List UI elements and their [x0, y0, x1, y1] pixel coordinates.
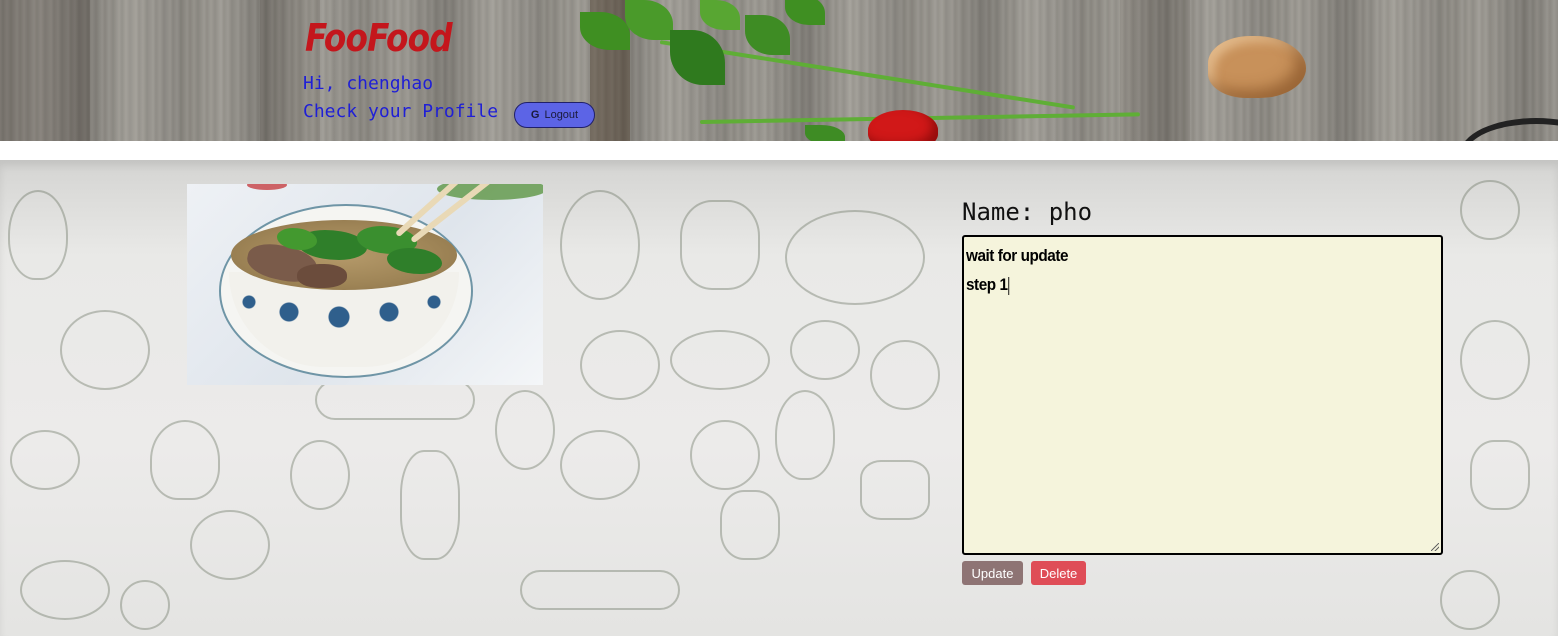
doodle	[8, 190, 68, 280]
recipe-line: wait for update	[966, 246, 1069, 265]
herb-leaf	[625, 0, 673, 40]
doodle	[860, 460, 930, 520]
bowl-edge	[1460, 118, 1558, 141]
profile-link[interactable]: Check your Profile	[303, 101, 498, 122]
doodle	[560, 430, 640, 500]
doodle	[20, 560, 110, 620]
recipe-textarea[interactable]: wait for update step 1	[962, 235, 1443, 555]
beef-slice	[297, 264, 347, 288]
doodle	[670, 330, 770, 390]
doodle	[560, 190, 640, 300]
doodle	[120, 580, 170, 630]
recipe-image	[187, 184, 543, 385]
wood-texture	[0, 0, 90, 141]
logout-label: Logout	[544, 109, 579, 121]
cashew-nut	[1208, 36, 1306, 98]
doodle	[870, 340, 940, 410]
google-icon: G	[530, 109, 540, 121]
logout-button[interactable]: G Logout	[514, 102, 595, 128]
doodle	[10, 430, 80, 490]
doodle	[190, 510, 270, 580]
garnish	[247, 184, 287, 190]
doodle	[785, 210, 925, 305]
header-banner: FooFood Hi, chenghao Check your Profile …	[0, 0, 1558, 141]
text-caret	[1008, 276, 1010, 295]
doodle	[775, 390, 835, 480]
chili-pepper	[868, 110, 938, 141]
recipe-name: Name: pho	[962, 198, 1093, 226]
herb-leaf	[700, 0, 740, 30]
herb-leaf	[805, 125, 845, 141]
doodle	[1460, 320, 1530, 400]
doodle	[1460, 180, 1520, 240]
doodle	[150, 420, 220, 500]
herb-leaf	[670, 30, 725, 85]
doodle	[720, 490, 780, 560]
doodle	[495, 390, 555, 470]
doodle	[315, 380, 475, 420]
doodle	[1440, 570, 1500, 630]
delete-button[interactable]: Delete	[1031, 561, 1086, 585]
doodle	[60, 310, 150, 390]
doodle	[680, 200, 760, 290]
doodle	[290, 440, 350, 510]
update-button[interactable]: Update	[962, 561, 1023, 585]
doodle	[400, 450, 460, 560]
doodle	[520, 570, 680, 610]
wood-texture	[1120, 0, 1190, 141]
doodle	[1470, 440, 1530, 510]
brand-logo[interactable]: FooFood	[305, 16, 453, 60]
doodle	[690, 420, 760, 490]
doodle	[790, 320, 860, 380]
recipe-line: step 1	[966, 275, 1010, 295]
doodle	[580, 330, 660, 400]
user-greeting: Hi, chenghao	[303, 73, 434, 94]
herb-leaf	[785, 0, 825, 25]
resize-handle[interactable]	[1431, 543, 1439, 551]
herb-leaf	[745, 15, 790, 55]
